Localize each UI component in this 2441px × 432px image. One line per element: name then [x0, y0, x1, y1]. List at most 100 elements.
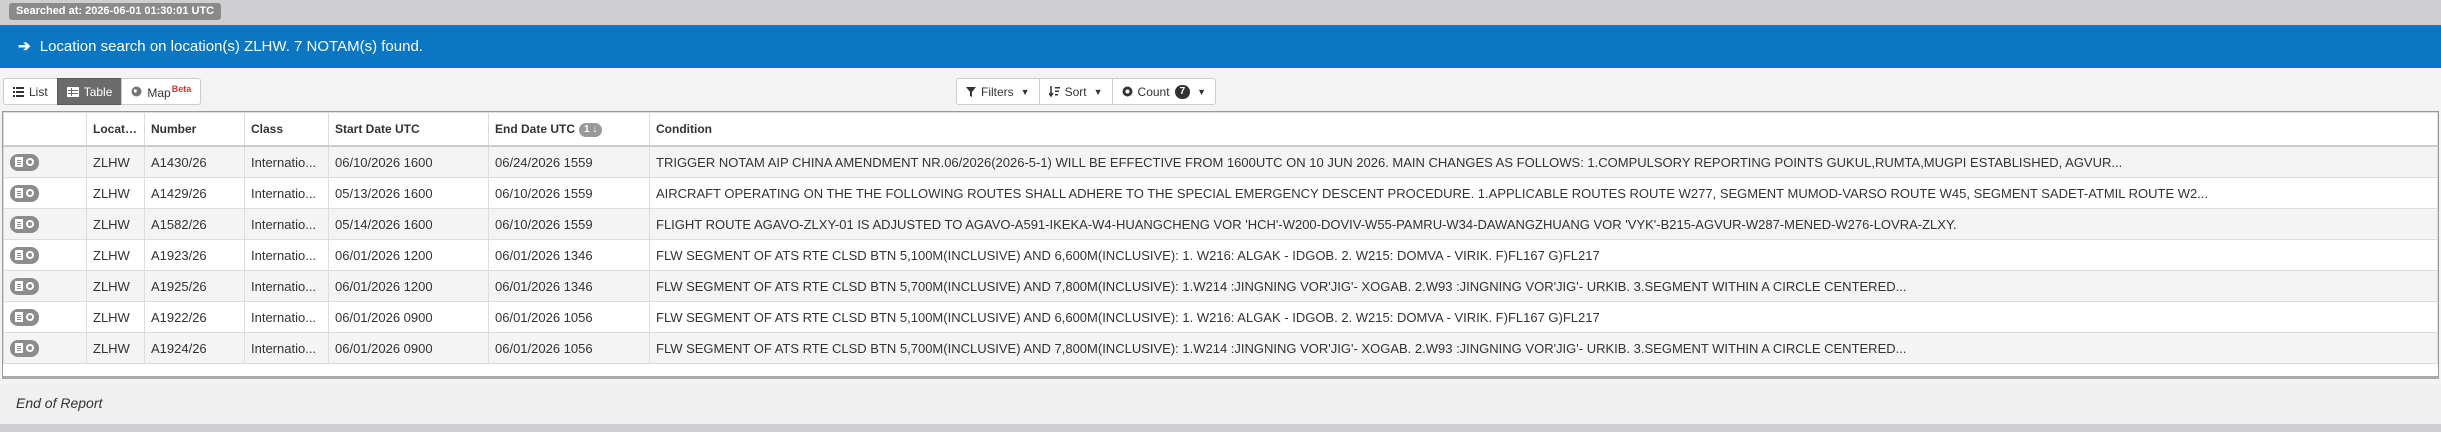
table-header-row: Location Number Class Start Date UTC End… [3, 112, 2438, 147]
document-icon [15, 188, 23, 198]
sort-icon [1048, 86, 1060, 97]
list-icon [13, 86, 24, 97]
cell-end: 06/10/2026 1559 [488, 208, 650, 240]
row-actions-cell [3, 270, 87, 302]
row-action-button[interactable] [10, 215, 39, 233]
notam-table-container: Location Number Class Start Date UTC End… [2, 111, 2439, 379]
cell-class: Internatio... [244, 177, 329, 209]
row-action-button[interactable] [10, 339, 39, 357]
arrow-right-icon: ➔ [18, 38, 31, 55]
chevron-down-icon: ▼ [1197, 86, 1207, 97]
row-actions-cell [3, 177, 87, 209]
map-view-label: Map [147, 85, 171, 100]
column-header-end-date[interactable]: End Date UTC 1 ↓ [488, 112, 650, 147]
document-icon [15, 312, 23, 322]
cell-class: Internatio... [244, 332, 329, 364]
document-icon [15, 281, 23, 291]
map-view-button[interactable]: MapBeta [121, 78, 202, 105]
document-icon [15, 250, 23, 260]
banner-text: Location search on location(s) ZLHW. 7 N… [39, 38, 423, 55]
cell-start: 05/14/2026 1600 [328, 208, 489, 240]
table-row[interactable]: ZLHW A1430/26 Internatio... 06/10/2026 1600… [3, 145, 2438, 178]
column-header-number[interactable]: Number [144, 112, 245, 147]
sort-order-badge: 1 ↓ [579, 122, 603, 137]
count-label: Count [1137, 84, 1170, 99]
globe-icon [131, 86, 142, 97]
footer [0, 384, 2441, 424]
cell-end: 06/01/2026 1346 [488, 239, 650, 271]
cell-class: Internatio... [244, 239, 329, 271]
table-row[interactable]: ZLHW A1925/26 Internatio... 06/01/2026 1200… [3, 270, 2438, 302]
row-actions-cell [3, 301, 87, 333]
sort-label: Sort [1064, 84, 1087, 99]
cell-number: A1582/26 [144, 208, 245, 240]
column-header-class[interactable]: Class [244, 112, 329, 147]
row-action-button[interactable] [10, 184, 39, 202]
cell-end: 06/24/2026 1559 [488, 145, 650, 178]
count-button[interactable]: Count 7 ▼ [1111, 78, 1217, 105]
cell-number: A1430/26 [144, 145, 245, 178]
filters-button[interactable]: Filters ▼ [956, 78, 1040, 105]
filter-icon [966, 86, 976, 97]
row-actions-cell [3, 332, 87, 364]
document-icon [15, 219, 23, 229]
table-row[interactable]: ZLHW A1922/26 Internatio... 06/01/2026 0900… [3, 301, 2438, 333]
circle-icon [26, 158, 34, 166]
row-action-button[interactable] [10, 308, 39, 326]
end-of-report: End of Report [16, 395, 103, 411]
table-row[interactable]: ZLHW A1582/26 Internatio... 05/14/2026 1600… [3, 208, 2438, 240]
sort-button[interactable]: Sort ▼ [1038, 78, 1113, 105]
document-icon [15, 343, 23, 353]
cell-class: Internatio... [244, 208, 329, 240]
cell-start: 06/01/2026 0900 [328, 301, 489, 333]
view-toggle-group: List Table MapBeta [3, 78, 202, 105]
row-action-button[interactable] [10, 153, 39, 171]
cell-end: 06/10/2026 1559 [488, 177, 650, 209]
end-date-label: End Date UTC [495, 121, 576, 136]
count-badge: 7 [1174, 84, 1191, 99]
row-action-button[interactable] [10, 246, 39, 264]
cell-condition: AIRCRAFT OPERATING ON THE THE FOLLOWING … [649, 177, 2438, 209]
cell-start: 06/01/2026 1200 [328, 270, 489, 302]
cell-location: ZLHW [86, 301, 145, 333]
cell-start: 06/10/2026 1600 [328, 145, 489, 178]
cell-condition: FLW SEGMENT OF ATS RTE CLSD BTN 5,700M(I… [649, 332, 2438, 364]
list-view-label: List [29, 84, 48, 99]
column-header-location[interactable]: Location [86, 112, 145, 147]
column-header-start-date[interactable]: Start Date UTC [328, 112, 489, 147]
filters-label: Filters [981, 84, 1014, 99]
cell-number: A1924/26 [144, 332, 245, 364]
main-panel: List Table MapBeta Filters ▼ Sort ▼ Coun… [0, 68, 2441, 384]
cell-class: Internatio... [244, 301, 329, 333]
table-row[interactable]: ZLHW A1924/26 Internatio... 06/01/2026 0900… [3, 332, 2438, 364]
table-view-label: Table [83, 84, 113, 99]
table-row[interactable]: ZLHW A1923/26 Internatio... 06/01/2026 1200… [3, 239, 2438, 271]
table-row[interactable]: ZLHW A1429/26 Internatio... 05/13/2026 1600… [3, 177, 2438, 209]
circle-icon [26, 282, 34, 290]
circle-icon [26, 220, 34, 228]
results-banner: ➔ Location search on location(s) ZLHW. 7… [0, 25, 2441, 68]
circle-icon [26, 251, 34, 259]
cell-condition: TRIGGER NOTAM AIP CHINA AMENDMENT NR.06/… [649, 145, 2438, 178]
cell-location: ZLHW [86, 177, 145, 209]
cell-condition: FLW SEGMENT OF ATS RTE CLSD BTN 5,100M(I… [649, 301, 2438, 333]
circle-icon [26, 189, 34, 197]
column-header-condition[interactable]: Condition [649, 112, 2438, 147]
list-view-button[interactable]: List [3, 78, 58, 105]
searched-at-badge: Searched at: 2026-06-01 01:30:01 UTC [9, 3, 222, 20]
cell-start: 06/01/2026 1200 [328, 239, 489, 271]
cell-location: ZLHW [86, 239, 145, 271]
cell-number: A1922/26 [144, 301, 245, 333]
cell-class: Internatio... [244, 145, 329, 178]
cell-condition: FLIGHT ROUTE AGAVO-ZLXY-01 IS ADJUSTED T… [649, 208, 2438, 240]
table-icon [66, 86, 79, 97]
cell-number: A1429/26 [144, 177, 245, 209]
cell-start: 06/01/2026 0900 [328, 332, 489, 364]
count-icon [1122, 86, 1133, 97]
cell-start: 05/13/2026 1600 [328, 177, 489, 209]
table-view-button[interactable]: Table [56, 78, 123, 105]
cell-location: ZLHW [86, 270, 145, 302]
row-action-button[interactable] [10, 277, 39, 295]
action-column-header [3, 112, 87, 147]
chevron-down-icon: ▼ [1020, 86, 1030, 97]
